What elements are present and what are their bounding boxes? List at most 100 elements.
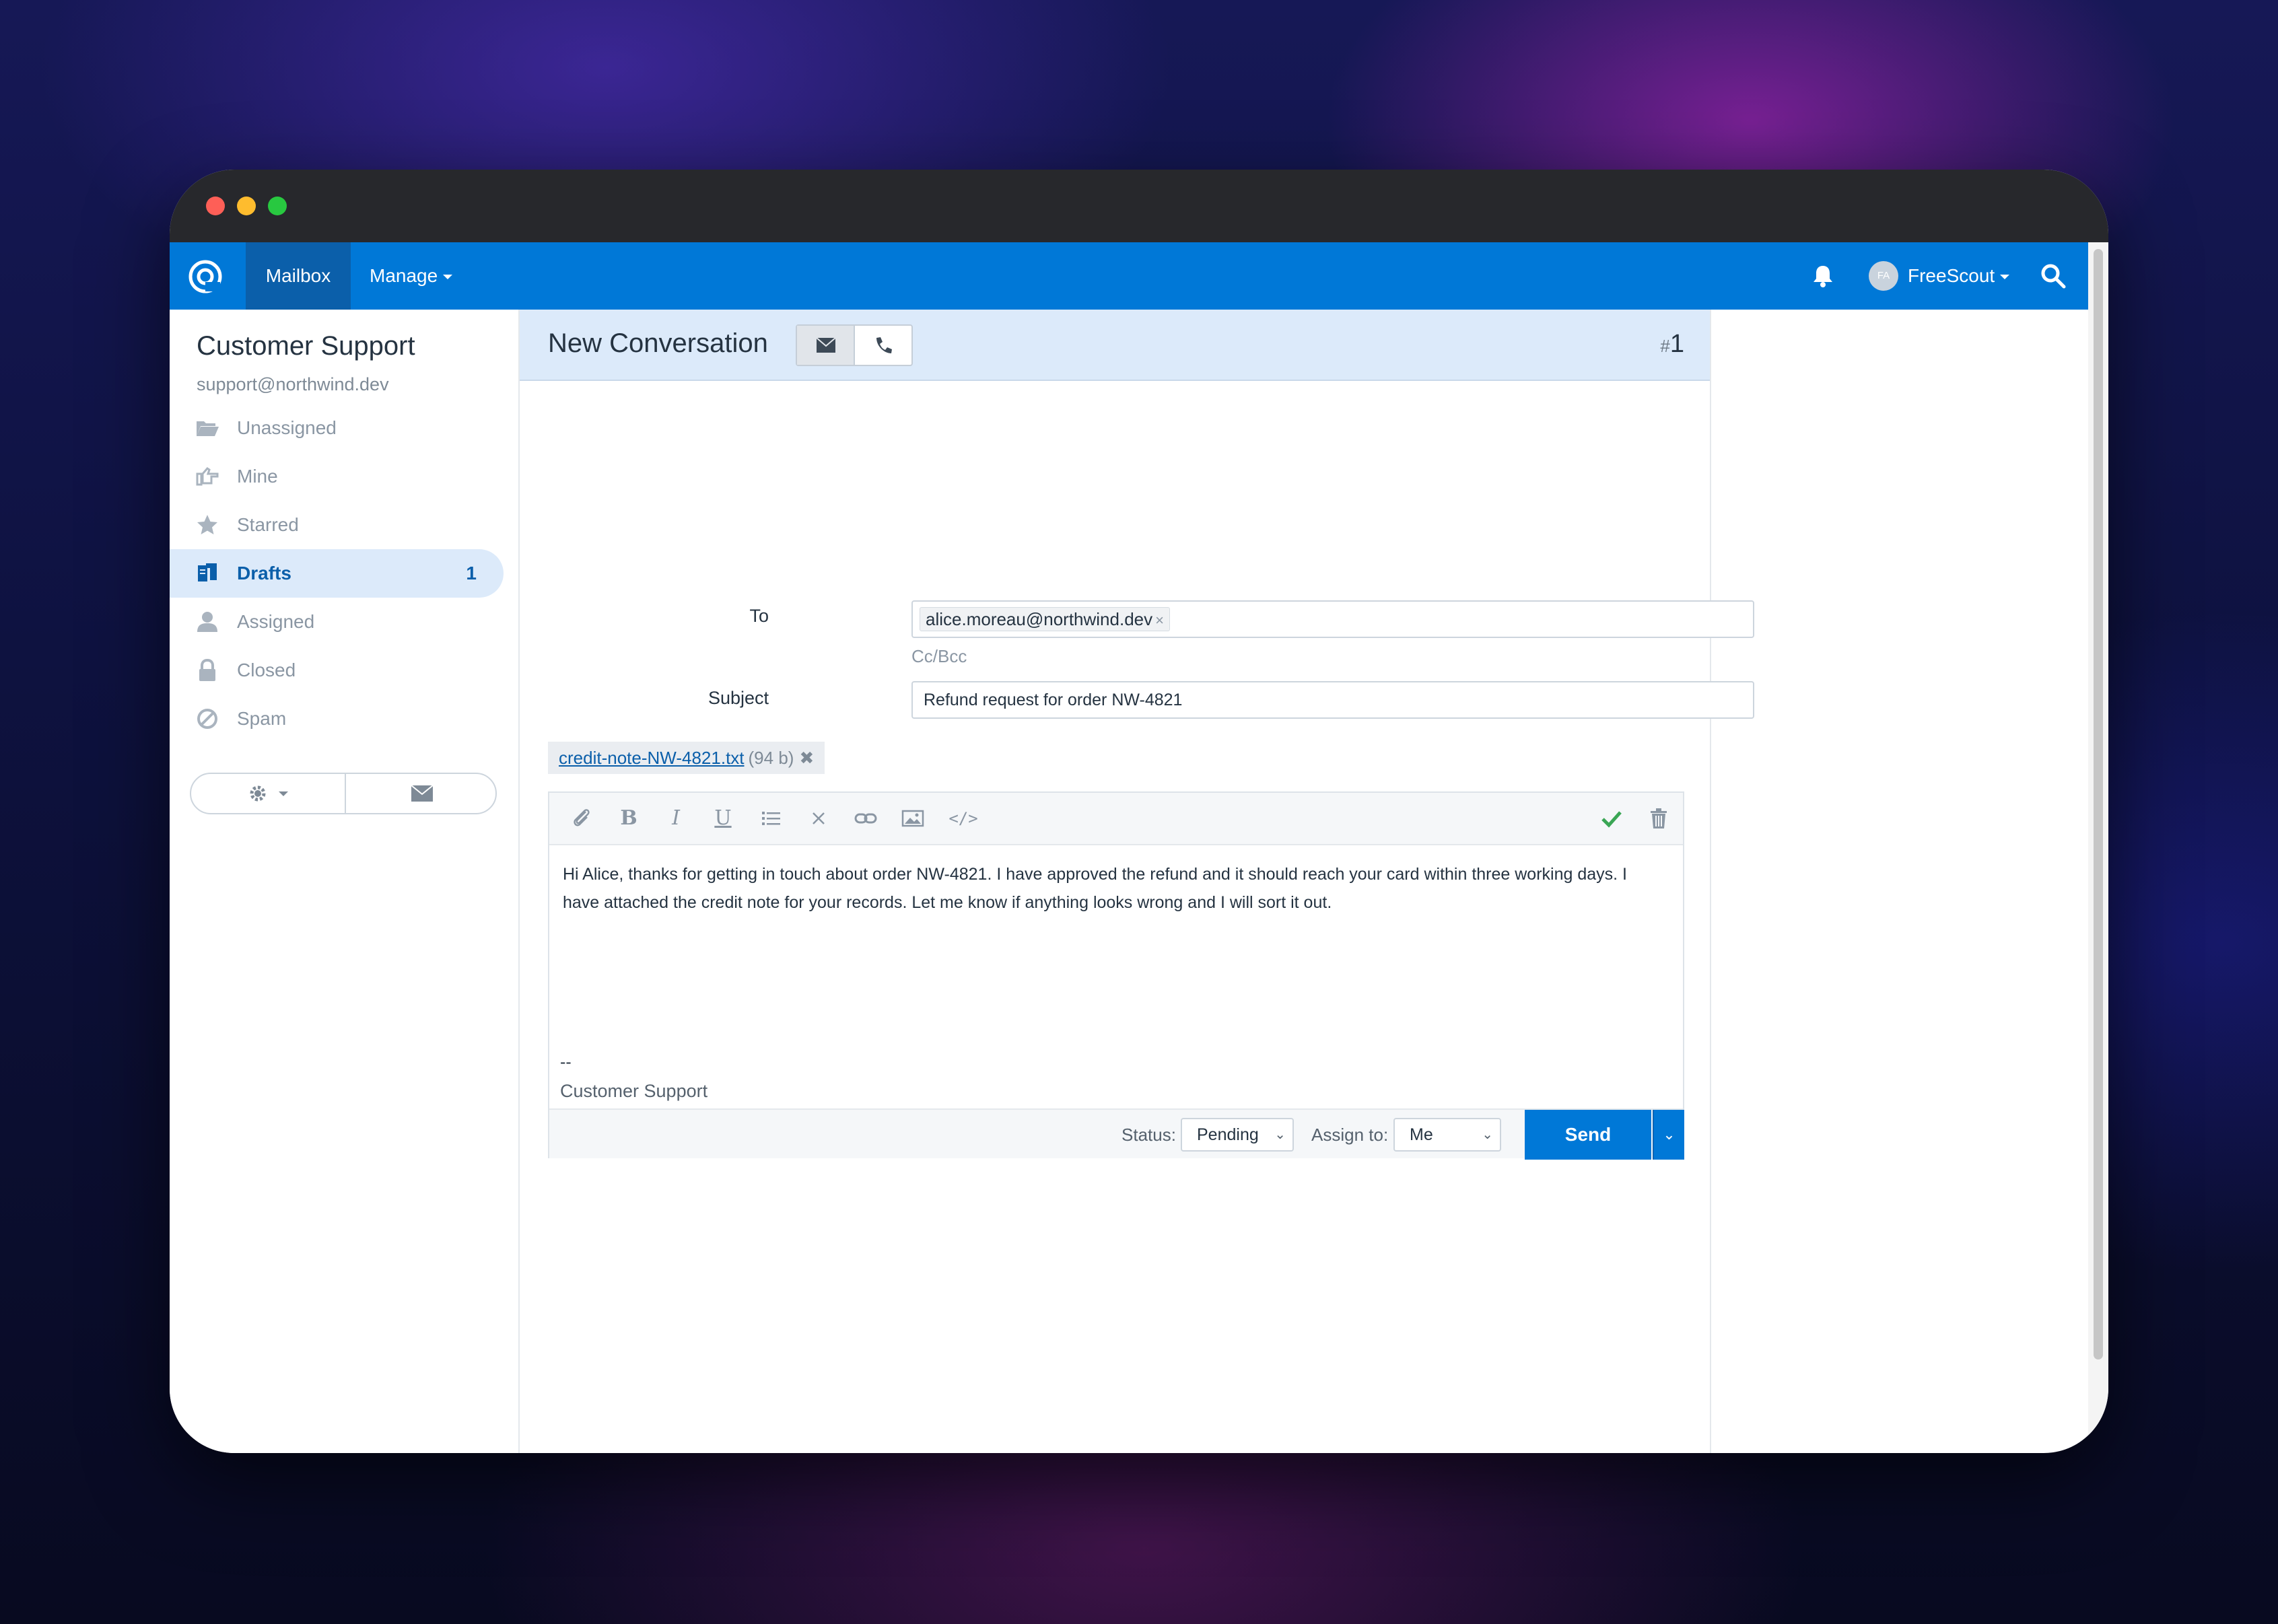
avatar[interactable]: FA [1869,261,1898,291]
image-icon[interactable] [901,806,925,831]
top-navbar: Mailbox Manage FA FreeScout [170,242,2088,310]
sidebar-item-label: Drafts [237,563,291,584]
link-icon[interactable] [854,806,878,831]
user-menu-dropdown[interactable]: FreeScout [1908,242,2010,310]
sidebar-item-assigned[interactable]: Assigned [170,598,504,646]
underline-button[interactable]: U [711,806,735,831]
subject-field[interactable]: Refund request for order NW-4821 [911,681,1754,719]
mailbox-settings-button[interactable] [191,774,343,813]
send-options-button[interactable]: ⌄ [1653,1110,1684,1160]
attachment-link[interactable]: credit-note-NW-4821.txt [559,748,745,768]
envelope-icon [411,785,434,802]
star-icon [197,515,217,534]
user-name-label: FreeScout [1908,265,1995,286]
sidebar-item-starred[interactable]: Starred [170,501,504,549]
sidebar-item-label: Spam [237,708,287,729]
caret-down-icon [443,275,453,280]
attachment-size: (94 b) [748,748,794,768]
hand-point-icon [196,467,219,486]
sidebar-item-label: Assigned [237,611,315,632]
scrollbar-thumb[interactable] [2094,249,2103,1360]
message-editor: B I U </> Hi Alice, thanks for getting i… [548,791,1684,1160]
editor-toolbar: B I U </> [549,793,1683,845]
sidebar-item-closed[interactable]: Closed [170,646,504,695]
cc-bcc-link[interactable]: Cc/Bcc [911,646,967,667]
phone-type-button[interactable] [855,326,913,365]
search-icon[interactable] [2040,262,2067,289]
message-body[interactable]: Hi Alice, thanks for getting in touch ab… [563,860,1667,917]
remove-recipient-icon[interactable]: × [1155,612,1164,629]
status-select[interactable]: Pending ⌄ [1181,1118,1294,1152]
chevron-down-icon: ⌄ [1663,1126,1676,1143]
mailbox-sidebar: Customer Support support@northwind.dev U… [170,310,518,1453]
hash-symbol: # [1660,336,1670,356]
phone-icon [876,337,892,353]
mailbox-email: support@northwind.dev [197,374,389,394]
sidebar-item-unassigned[interactable]: Unassigned [170,404,504,452]
drafts-count-badge: 1 [466,563,477,584]
assign-select[interactable]: Me ⌄ [1393,1118,1501,1152]
sidebar-item-label: Closed [237,660,296,680]
ban-icon [197,709,217,729]
status-value: Pending [1197,1125,1259,1144]
to-field[interactable]: alice.moreau@northwind.dev × [911,600,1754,638]
caret-down-icon [279,791,288,796]
recipient-email: alice.moreau@northwind.dev [926,609,1153,629]
page-title: New Conversation [548,328,768,358]
nav-mailbox[interactable]: Mailbox [246,242,351,310]
assign-label: Assign to: [1311,1125,1389,1145]
sidebar-item-label: Unassigned [237,417,337,438]
subject-label: Subject [707,688,769,708]
nav-mailbox-label: Mailbox [265,265,331,286]
title-bar [170,170,2108,242]
status-label: Status: [1121,1125,1176,1145]
gear-icon [250,785,266,802]
clear-format-icon[interactable] [806,806,831,831]
sidebar-item-label: Starred [237,514,299,535]
nav-manage-label: Manage [370,265,438,286]
email-type-button[interactable] [797,326,855,365]
minimize-window-button[interactable] [237,197,256,215]
bold-button[interactable]: B [617,806,641,831]
attachment-chip: credit-note-NW-4821.txt (94 b) ✖ [548,742,825,774]
assign-value: Me [1410,1125,1433,1144]
drafts-icon [198,563,217,581]
freescout-logo-icon[interactable] [187,258,223,295]
maximize-window-button[interactable] [268,197,287,215]
chevron-down-icon: ⌄ [1482,1127,1493,1142]
paperclip-icon[interactable] [570,806,594,831]
code-view-button[interactable]: </> [946,806,980,831]
conversation-number: #1 [1660,330,1684,359]
sidebar-item-mine[interactable]: Mine [170,452,504,501]
chevron-down-icon: ⌄ [1274,1127,1286,1142]
lock-icon [199,658,215,681]
envelope-icon [816,337,836,353]
subject-value: Refund request for order NW-4821 [924,691,1183,709]
new-conversation-button[interactable] [345,774,497,813]
check-icon[interactable] [1599,806,1624,831]
conversation-type-toggle [796,324,913,366]
send-button[interactable]: Send [1525,1110,1651,1160]
mailbox-name: Customer Support [197,331,415,361]
signature-separator: -- [560,1053,572,1071]
signature-name: Customer Support [560,1081,708,1101]
sidebar-item-spam[interactable]: Spam [170,695,504,743]
conversation-number-value: 1 [1669,330,1684,358]
editor-footer: Status: Pending ⌄ Assign to: Me ⌄ Send ⌄ [549,1108,1684,1160]
sidebar-item-label: Mine [237,466,278,487]
sidebar-item-drafts[interactable]: Drafts 1 [170,549,504,598]
sidebar-action-buttons [190,773,497,814]
italic-button[interactable]: I [664,806,688,831]
conversation-panel: New Conversation #1 To alice.moreau@nort… [518,310,1754,1453]
bell-icon[interactable] [1809,262,1836,289]
recipient-tag[interactable]: alice.moreau@northwind.dev × [920,607,1170,631]
nav-manage-dropdown[interactable]: Manage [370,242,453,310]
page-scrollbar[interactable] [2088,242,2108,1453]
browser-window: Mailbox Manage FA FreeScout Customer Sup… [170,170,2108,1453]
close-window-button[interactable] [206,197,225,215]
remove-attachment-icon[interactable]: ✖ [799,748,814,768]
list-icon[interactable] [759,806,784,831]
folder-open-icon [197,421,219,436]
conversation-header: New Conversation #1 [520,310,1710,381]
trash-icon[interactable] [1647,806,1671,831]
